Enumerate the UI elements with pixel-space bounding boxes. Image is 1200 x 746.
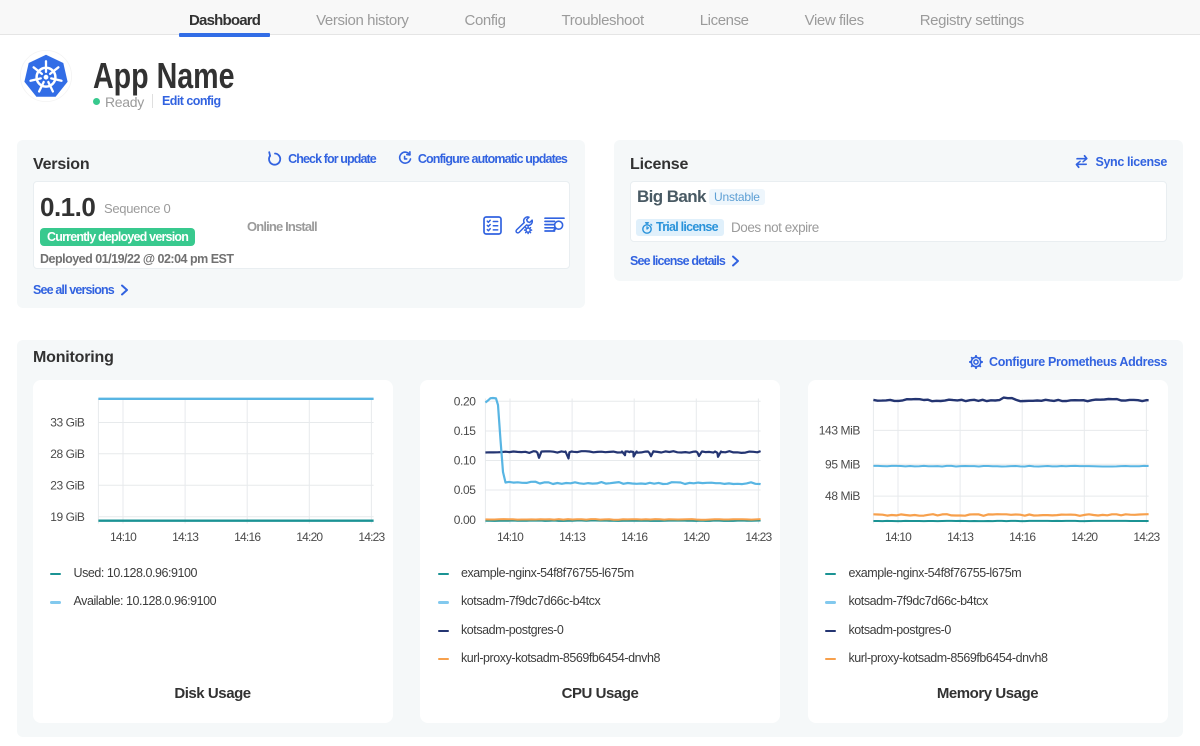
svg-text:23 GiB: 23 GiB bbox=[50, 478, 85, 492]
svg-text:14:20: 14:20 bbox=[1071, 530, 1098, 544]
svg-text:14:10: 14:10 bbox=[884, 530, 911, 544]
svg-text:48 MiB: 48 MiB bbox=[825, 489, 860, 503]
svg-text:0.20: 0.20 bbox=[454, 394, 476, 408]
svg-text:14:20: 14:20 bbox=[683, 530, 710, 544]
svg-text:0.10: 0.10 bbox=[454, 454, 476, 468]
svg-text:95 MiB: 95 MiB bbox=[825, 457, 860, 471]
svg-text:14:13: 14:13 bbox=[559, 530, 586, 544]
svg-text:33 GiB: 33 GiB bbox=[50, 416, 85, 430]
svg-text:14:20: 14:20 bbox=[296, 530, 323, 544]
svg-text:14:10: 14:10 bbox=[497, 530, 524, 544]
svg-text:14:16: 14:16 bbox=[1009, 530, 1036, 544]
svg-text:14:23: 14:23 bbox=[1133, 530, 1160, 544]
svg-text:28 GiB: 28 GiB bbox=[50, 447, 85, 461]
svg-text:14:10: 14:10 bbox=[109, 530, 136, 544]
svg-text:14:16: 14:16 bbox=[621, 530, 648, 544]
svg-text:0.15: 0.15 bbox=[454, 424, 476, 438]
svg-text:14:16: 14:16 bbox=[234, 530, 261, 544]
svg-text:143 MiB: 143 MiB bbox=[818, 423, 860, 437]
svg-text:0.00: 0.00 bbox=[454, 513, 476, 527]
svg-text:19 GiB: 19 GiB bbox=[50, 510, 85, 524]
svg-text:0.05: 0.05 bbox=[454, 483, 476, 497]
svg-text:14:23: 14:23 bbox=[745, 530, 772, 544]
svg-text:14:23: 14:23 bbox=[358, 530, 385, 544]
svg-text:14:13: 14:13 bbox=[947, 530, 974, 544]
svg-text:14:13: 14:13 bbox=[172, 530, 199, 544]
